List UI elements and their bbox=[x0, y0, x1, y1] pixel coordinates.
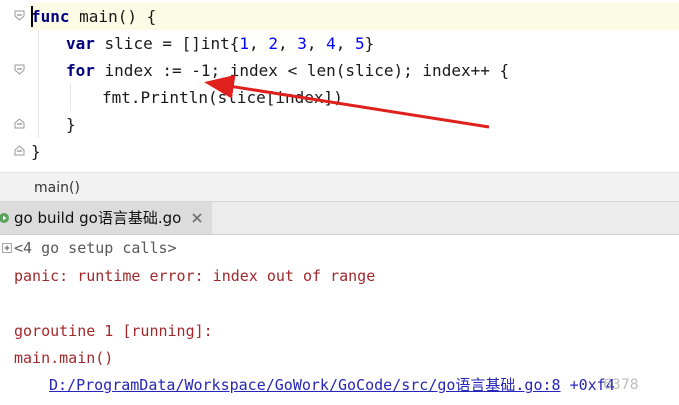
run-tool-window-tabs: go build go语言基础.go bbox=[0, 202, 679, 235]
indent-guide bbox=[38, 30, 39, 138]
source-file-link[interactable]: D:/ProgramData/Workspace/GoWork/GoCode/s… bbox=[49, 376, 561, 394]
breadcrumb-bar: main() bbox=[0, 172, 679, 202]
fold-end-icon[interactable] bbox=[14, 145, 25, 156]
run-console[interactable]: <4 go setup calls> panic: runtime error:… bbox=[0, 235, 679, 405]
code-line: var slice = []int{1, 2, 3, 4, 5} bbox=[66, 34, 375, 53]
code-line: for index := -1; index < len(slice); ind… bbox=[66, 57, 509, 84]
code-text: main() { bbox=[69, 7, 157, 26]
text-caret bbox=[31, 6, 33, 27]
run-icon bbox=[0, 213, 9, 223]
tab-run-config[interactable]: go build go语言基础.go bbox=[0, 202, 212, 234]
code-text: index := -1; index < len(slice); index++… bbox=[94, 61, 510, 80]
code-line: fmt.Println(slice[index]) bbox=[102, 88, 343, 107]
code-text: } bbox=[364, 34, 375, 53]
setup-calls-fold[interactable]: <4 go setup calls> bbox=[14, 235, 177, 262]
tab-label: go build go语言基础.go bbox=[14, 209, 182, 227]
code-line: } bbox=[66, 115, 76, 134]
breadcrumb[interactable]: main() bbox=[34, 173, 80, 203]
number-literal: 5 bbox=[355, 34, 365, 53]
fold-collapse-icon[interactable] bbox=[14, 10, 25, 21]
keyword: func bbox=[31, 7, 70, 26]
code-line: func main() { bbox=[31, 3, 156, 30]
number-literal: 3 bbox=[297, 34, 307, 53]
fold-end-icon[interactable] bbox=[14, 118, 25, 129]
code-text: slice = []int{ bbox=[94, 34, 240, 53]
goroutine-line: goroutine 1 [running]: bbox=[14, 322, 213, 340]
stack-frame: main.main() bbox=[14, 349, 114, 367]
close-icon[interactable] bbox=[190, 211, 204, 225]
fold-collapse-icon[interactable] bbox=[14, 64, 25, 75]
panic-message: panic: runtime error: index out of range bbox=[14, 267, 376, 285]
keyword: var bbox=[66, 34, 95, 53]
indent-guide bbox=[70, 84, 71, 111]
keyword: for bbox=[66, 61, 95, 80]
number-literal: 2 bbox=[268, 34, 278, 53]
number-literal: 4 bbox=[326, 34, 336, 53]
watermark: 6378 bbox=[603, 377, 639, 393]
number-literal: 1 bbox=[239, 34, 250, 53]
expand-icon[interactable] bbox=[2, 243, 12, 253]
code-editor[interactable]: func main() { var slice = []int{1, 2, 3,… bbox=[0, 0, 679, 172]
code-line: } bbox=[31, 142, 41, 161]
stack-location: D:/ProgramData/Workspace/GoWork/GoCode/s… bbox=[49, 372, 615, 399]
